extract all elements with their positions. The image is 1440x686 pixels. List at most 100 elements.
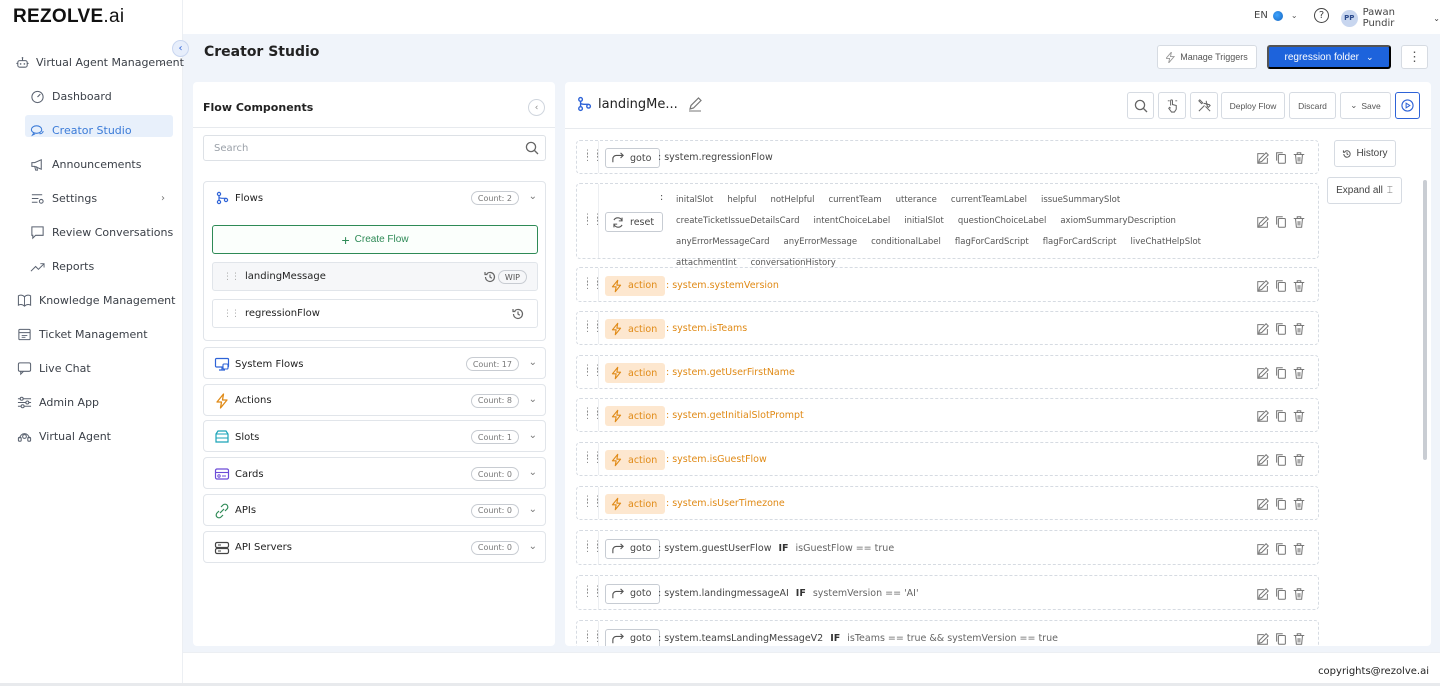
save-button[interactable]: ⌄ Save [1340,92,1391,119]
sidebar-item-settings[interactable]: Settings › [0,181,183,215]
flow-step-action[interactable]: ⋮⋮ ⋮⋮ action : system.isGuestFlow [576,442,1319,476]
user-menu[interactable]: PP Pawan Pundir ⌄ [1341,7,1440,29]
deploy-flow-button[interactable]: Deploy Flow [1221,92,1285,119]
delete-icon[interactable] [1292,279,1306,293]
delete-icon[interactable] [1292,632,1306,646]
chevron-down-icon[interactable]: ⌄ [529,191,537,202]
section-cards[interactable]: Cards Count: 0 ⌄ [203,457,546,490]
panel-collapse-button[interactable]: ‹ [528,99,545,116]
section-header[interactable]: API Servers Count: 0 ⌄ [204,532,545,564]
delete-icon[interactable] [1292,215,1306,229]
drag-handle-icon[interactable]: ⋮⋮ [223,272,240,282]
history-icon[interactable] [483,270,497,284]
drag-handle-icon[interactable]: ⋮⋮ ⋮⋮ [583,585,603,598]
drag-handle-icon[interactable]: ⋮⋮ ⋮⋮ [583,452,603,465]
drag-handle-icon[interactable]: ⋮⋮ ⋮⋮ [583,277,603,290]
sidebar-item-live-chat[interactable]: Live Chat [0,351,183,385]
section-api-servers[interactable]: API Servers Count: 0 ⌄ [203,530,546,564]
drag-handle-icon[interactable]: ⋮⋮ ⋮⋮ [583,150,603,163]
edit-icon[interactable] [1256,215,1270,229]
flow-step-action[interactable]: ⋮⋮ ⋮⋮ action : system.getInitialSlotPromp… [576,398,1319,432]
copy-icon[interactable] [1274,366,1288,380]
flow-step-reset[interactable]: ⋮⋮ ⋮⋮ reset : initalSlot helpful notHelpful c… [576,183,1319,268]
copy-icon[interactable] [1274,151,1288,165]
create-flow-button[interactable]: + Create Flow [212,225,538,254]
chevron-down-icon[interactable]: ⌄ [529,467,537,478]
sidebar-collapse-button[interactable]: ‹ [172,40,189,57]
drag-handle-icon[interactable]: ⋮⋮ ⋮⋮ [583,321,603,334]
flow-step-action[interactable]: ⋮⋮ ⋮⋮ action : system.getUserFirstName [576,355,1319,389]
folder-select-button[interactable]: regression folder ⌄ [1267,45,1391,69]
section-slots[interactable]: Slots Count: 1 ⌄ [203,420,546,453]
copy-icon[interactable] [1274,497,1288,511]
drag-handle-icon[interactable]: ⋮⋮ ⋮⋮ [583,408,603,421]
flow-step-action[interactable]: ⋮⋮ ⋮⋮ action : system.systemVersion [576,267,1319,302]
copy-icon[interactable] [1274,322,1288,336]
copy-icon[interactable] [1274,632,1288,646]
drag-handle-icon[interactable]: ⋮⋮ ⋮⋮ [583,365,603,378]
sidebar-item-virtual-agent-management[interactable]: Virtual Agent Management ⌄ [0,45,184,79]
drag-handle-icon[interactable]: ⋮⋮ ⋮⋮ [583,214,603,227]
discard-button[interactable]: Discard [1289,92,1336,119]
sidebar-item-virtual-agent[interactable]: Virtual Agent [0,419,183,453]
sidebar-item-review-conversations[interactable]: Review Conversations [0,215,183,249]
flow-step-goto[interactable]: ⋮⋮ ⋮⋮ goto : system.regressionFlow [576,140,1319,174]
section-header[interactable]: Cards Count: 0 ⌄ [204,458,545,490]
delete-icon[interactable] [1292,587,1306,601]
more-options-button[interactable]: ⋮ [1401,45,1428,69]
edit-name-icon[interactable] [687,96,703,112]
delete-icon[interactable] [1292,366,1306,380]
drag-handle-icon[interactable]: ⋮⋮ ⋮⋮ [583,496,603,509]
flow-step-action[interactable]: ⋮⋮ ⋮⋮ action : system.isUserTimezone [576,486,1319,520]
chevron-down-icon[interactable]: ⌄ [529,357,537,368]
section-header[interactable]: System Flows Count: 17 ⌄ [204,348,545,380]
search-icon[interactable] [525,141,539,155]
copy-icon[interactable] [1274,542,1288,556]
edit-icon[interactable] [1256,322,1270,336]
search-flow-button[interactable] [1127,92,1154,119]
edit-icon[interactable] [1256,632,1270,646]
chevron-down-icon[interactable]: ⌄ [529,394,537,405]
flow-step-goto[interactable]: ⋮⋮ ⋮⋮ goto : system.guestUserFlow IF isGues… [576,530,1319,565]
sidebar-item-reports[interactable]: Reports [0,249,183,283]
chevron-down-icon[interactable]: ⌄ [529,430,537,441]
history-icon[interactable] [511,307,525,321]
edit-icon[interactable] [1256,409,1270,423]
edit-icon[interactable] [1256,366,1270,380]
drag-handle-icon[interactable]: ⋮⋮ [223,309,240,319]
section-actions[interactable]: Actions Count: 8 ⌄ [203,383,546,417]
sidebar-item-dashboard[interactable]: Dashboard [0,79,183,113]
trigger-tool-button[interactable] [1158,92,1186,119]
language-selector[interactable]: EN ⌄ [1254,10,1298,21]
history-button[interactable]: History [1334,140,1396,167]
sidebar-item-knowledge-management[interactable]: Knowledge Management › [0,283,183,317]
section-header[interactable]: APIs Count: 0 ⌄ [204,495,545,527]
edit-icon[interactable] [1256,497,1270,511]
copy-icon[interactable] [1274,215,1288,229]
copy-icon[interactable] [1274,279,1288,293]
drag-handle-icon[interactable]: ⋮⋮ ⋮⋮ [583,630,603,643]
delete-icon[interactable] [1292,453,1306,467]
manage-triggers-button[interactable]: Manage Triggers [1157,45,1257,69]
section-header[interactable]: Slots Count: 1 ⌄ [204,421,545,453]
flow-step-action[interactable]: ⋮⋮ ⋮⋮ action : system.isTeams [576,311,1319,345]
copy-icon[interactable] [1274,409,1288,423]
edit-icon[interactable] [1256,151,1270,165]
flows-section-header[interactable]: Flows Count: 2 ⌄ [204,182,545,214]
edit-icon[interactable] [1256,542,1270,556]
sidebar-item-creator-studio[interactable]: Creator Studio [0,113,183,147]
delete-icon[interactable] [1292,151,1306,165]
drag-handle-icon[interactable]: ⋮⋮ ⋮⋮ [583,540,603,553]
edit-icon[interactable] [1256,453,1270,467]
flow-step-goto[interactable]: ⋮⋮ ⋮⋮ goto : system.teamsLandingMessageV2… [576,620,1319,646]
canvas-scrollbar[interactable] [1423,180,1427,460]
chevron-down-icon[interactable]: ⌄ [529,541,537,552]
chevron-down-icon[interactable]: ⌄ [529,504,537,515]
flow-step-goto[interactable]: ⋮⋮ ⋮⋮ goto : system.landingmessageAI IF sys… [576,575,1319,610]
delete-icon[interactable] [1292,542,1306,556]
section-header[interactable]: Actions Count: 8 ⌄ [204,385,545,417]
search-input[interactable] [214,136,504,161]
run-flow-button[interactable] [1395,92,1420,119]
brand-logo[interactable]: REZOLVE.ai [13,6,124,28]
edit-icon[interactable] [1256,279,1270,293]
